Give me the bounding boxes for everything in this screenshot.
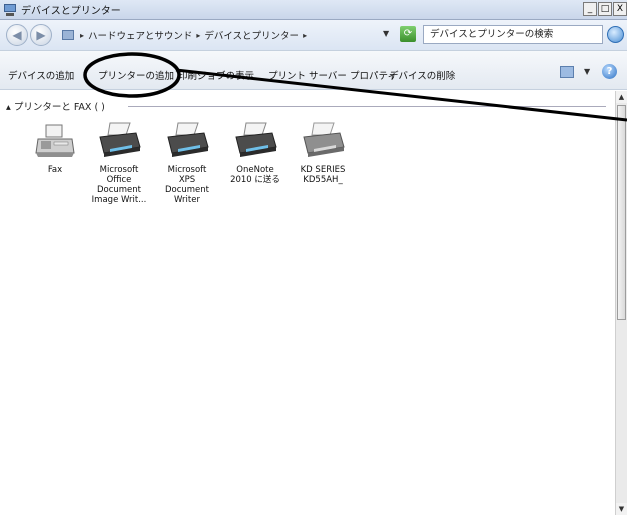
device-onenote-2010[interactable]: OneNote 2010 に送る — [220, 121, 290, 185]
breadcrumb[interactable]: ▸ ハードウェアとサウンド ▸ デバイスとプリンター ▸ — [62, 28, 307, 42]
back-arrow-icon: ◀ — [12, 28, 22, 42]
add-device-button[interactable]: デバイスの追加 — [8, 68, 74, 82]
address-dropdown-icon[interactable]: ▼ — [383, 29, 389, 38]
group-header-label: プリンターと FAX ( ) — [13, 102, 105, 113]
close-button[interactable]: X — [613, 2, 627, 16]
device-label: Microsoft XPS Document Writer — [164, 165, 210, 205]
breadcrumb-hardware-sound[interactable]: ハードウェアとサウンド — [88, 28, 192, 42]
device-fax[interactable]: Fax — [20, 121, 90, 175]
vertical-scrollbar[interactable]: ▲ ▼ — [615, 91, 627, 515]
view-dropdown-icon[interactable]: ▼ — [584, 67, 590, 76]
print-server-properties-button[interactable]: プリント サーバー プロパティ — [268, 68, 397, 82]
control-panel-icon — [62, 30, 74, 40]
minimize-button[interactable]: _ — [583, 2, 597, 16]
device-ms-xps-document-writer[interactable]: Microsoft XPS Document Writer — [152, 121, 222, 205]
address-bar: ◀ ▶ ▸ ハードウェアとサウンド ▸ デバイスとプリンター ▸ ▼ ⟳ デバイ… — [0, 20, 627, 50]
scroll-up-arrow-icon[interactable]: ▲ — [616, 91, 627, 103]
search-input[interactable]: デバイスとプリンターの検索 — [423, 25, 603, 44]
device-ms-office-document-image-writer[interactable]: Microsoft Office Document Image Writ... — [84, 121, 154, 205]
breadcrumb-separator-icon[interactable]: ▸ — [303, 31, 307, 40]
remove-device-button[interactable]: デバイスの削除 — [389, 68, 455, 82]
scroll-down-arrow-icon[interactable]: ▼ — [616, 503, 627, 515]
breadcrumb-separator-icon[interactable]: ▸ — [80, 31, 84, 40]
maximize-button[interactable]: □ — [598, 2, 612, 16]
help-button[interactable]: ? — [602, 64, 617, 79]
refresh-button[interactable]: ⟳ — [400, 26, 416, 42]
forward-arrow-icon: ▶ — [36, 28, 46, 42]
back-button[interactable]: ◀ — [6, 24, 28, 46]
devices-content-pane: ▴ プリンターと FAX ( ) Fax Microsoft Office Do… — [0, 91, 615, 515]
device-label: KD SERIES KD55AH_ — [300, 165, 346, 185]
scrollbar-thumb[interactable] — [617, 105, 626, 320]
printer-icon — [96, 121, 142, 163]
breadcrumb-devices-printers[interactable]: デバイスとプリンター — [204, 28, 299, 42]
group-divider — [128, 106, 606, 107]
forward-button[interactable]: ▶ — [30, 24, 52, 46]
device-label: Fax — [47, 165, 63, 175]
printer-icon — [300, 121, 346, 163]
title-bar: デバイスとプリンター _ □ X — [0, 0, 627, 20]
device-label: Microsoft Office Document Image Writ... — [91, 165, 147, 205]
change-view-icon[interactable] — [560, 66, 574, 78]
collapse-arrow-icon[interactable]: ▴ — [6, 102, 11, 113]
fax-icon — [32, 121, 78, 163]
group-header-printers-fax[interactable]: ▴ プリンターと FAX ( ) — [6, 99, 105, 113]
add-printer-button[interactable]: プリンターの追加 — [98, 68, 174, 82]
device-label: OneNote 2010 に送る — [230, 165, 280, 185]
window-title: デバイスとプリンター — [21, 6, 121, 17]
devices-printers-app-icon — [3, 3, 17, 17]
printer-icon — [164, 121, 210, 163]
breadcrumb-separator-icon[interactable]: ▸ — [196, 31, 200, 40]
device-kd-series[interactable]: KD SERIES KD55AH_ — [288, 121, 358, 185]
search-icon[interactable] — [607, 26, 624, 43]
see-whats-printing-button[interactable]: 印刷ジョブの表示 — [178, 68, 254, 82]
command-bar: デバイスの追加 プリンターの追加 印刷ジョブの表示 プリント サーバー プロパテ… — [0, 50, 627, 90]
window-controls: _ □ X — [582, 2, 627, 16]
printer-icon — [232, 121, 278, 163]
refresh-icon: ⟳ — [403, 28, 413, 39]
